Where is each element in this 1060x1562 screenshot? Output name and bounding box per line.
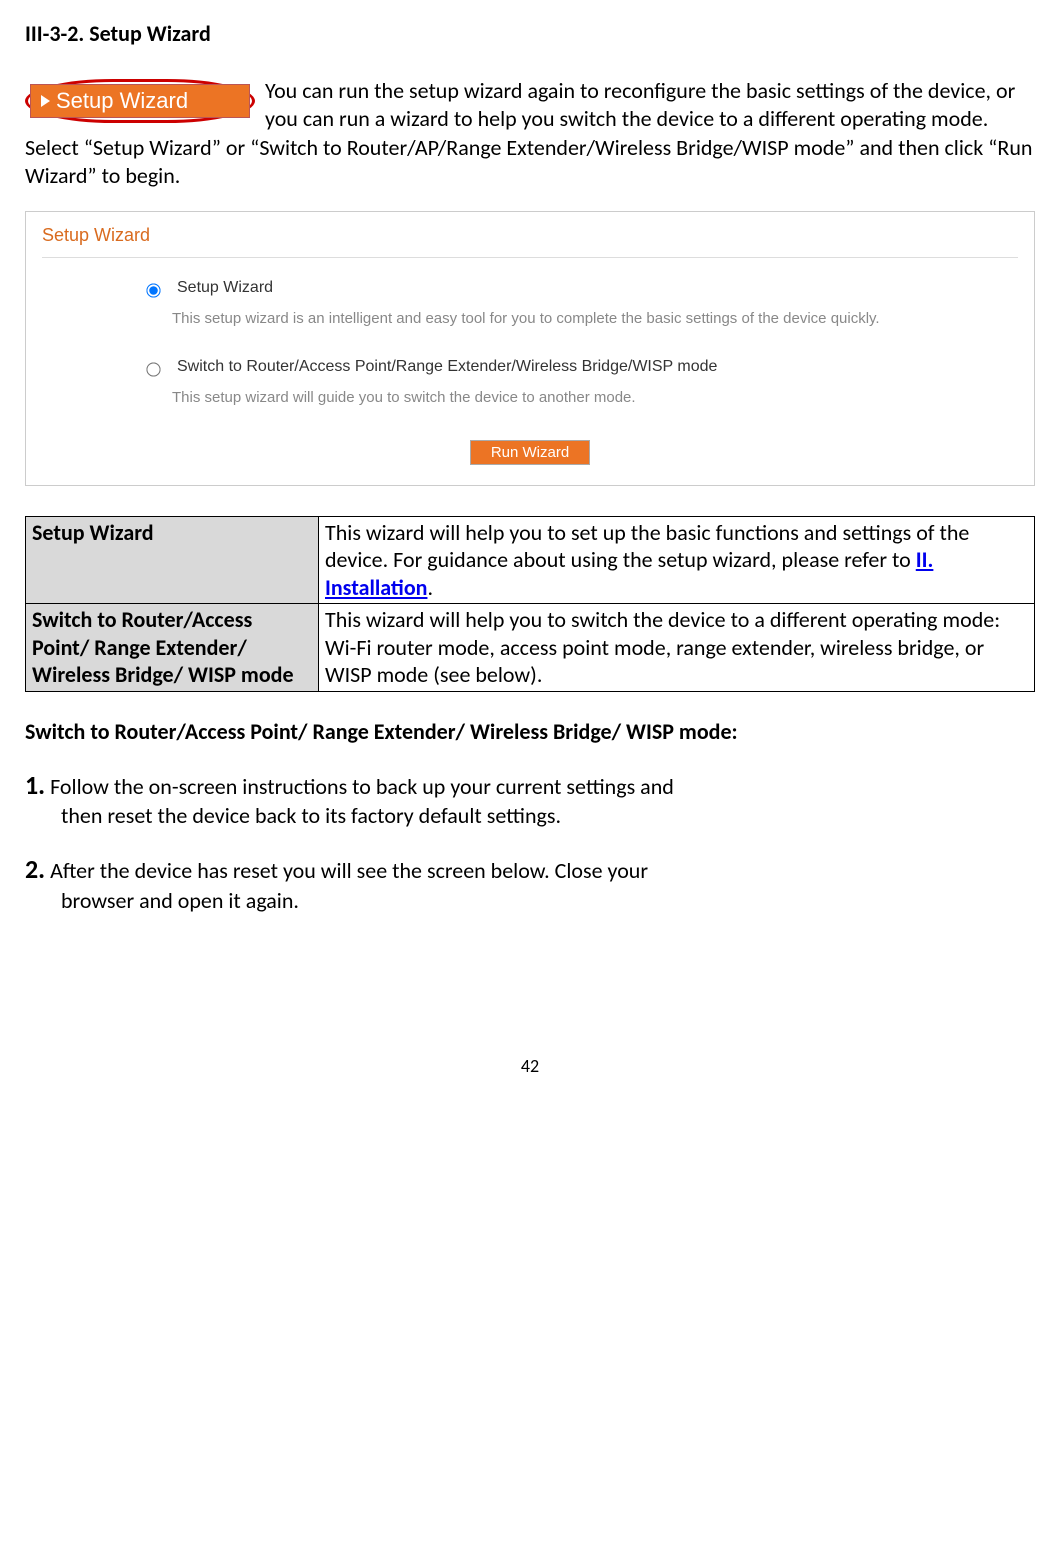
radio-label-1: Setup Wizard (177, 278, 273, 299)
nav-button-highlight: Setup Wizard (25, 79, 255, 124)
radio-switch-mode[interactable] (146, 362, 160, 376)
play-icon (41, 95, 50, 107)
setup-wizard-panel: Setup Wizard Setup Wizard This setup wiz… (25, 211, 1035, 486)
step-2-number: 2. (25, 853, 45, 885)
page-number: 42 (25, 1055, 1035, 1078)
radio-option-1: Setup Wizard This setup wizard is an int… (142, 278, 1018, 331)
divider (42, 257, 1018, 258)
step-2: 2. After the device has reset you will s… (25, 853, 1035, 915)
table-row: Setup Wizard This wizard will help you t… (26, 516, 1035, 604)
description-table: Setup Wizard This wizard will help you t… (25, 516, 1035, 692)
step-1-number: 1. (25, 769, 45, 801)
table-label-1: Setup Wizard (26, 516, 319, 604)
radio-label-2: Switch to Router/Access Point/Range Exte… (177, 357, 717, 378)
intro-paragraph-block: Setup Wizard You can run the setup wizar… (25, 77, 1035, 191)
table-desc-1b: . (427, 574, 433, 601)
step-2-line2: browser and open it again. (61, 887, 1035, 916)
run-wizard-button[interactable]: Run Wizard (470, 440, 590, 465)
radio-desc-1: This setup wizard is an intelligent and … (172, 307, 1018, 331)
table-row: Switch to Router/Access Point/ Range Ext… (26, 604, 1035, 692)
table-desc-2: This wizard will help you to switch the … (319, 604, 1035, 692)
step-1: 1. Follow the on-screen instructions to … (25, 769, 1035, 831)
panel-title: Setup Wizard (42, 224, 1018, 247)
radio-setup-wizard[interactable] (146, 283, 160, 297)
table-desc-1: This wizard will help you to set up the … (319, 516, 1035, 604)
table-label-2: Switch to Router/Access Point/ Range Ext… (26, 604, 319, 692)
step-1-line2: then reset the device back to its factor… (61, 802, 1035, 831)
switch-mode-heading: Switch to Router/Access Point/ Range Ext… (25, 718, 1035, 747)
nav-button-label: Setup Wizard (56, 87, 188, 116)
section-heading: III-3-2. Setup Wizard (25, 20, 1035, 49)
radio-option-2: Switch to Router/Access Point/Range Exte… (142, 357, 1018, 410)
table-desc-1a: This wizard will help you to set up the … (325, 519, 969, 574)
setup-wizard-nav-button[interactable]: Setup Wizard (30, 84, 250, 119)
step-1-line1: Follow the on-screen instructions to bac… (50, 773, 674, 800)
step-2-line1: After the device has reset you will see … (50, 857, 648, 884)
radio-desc-2: This setup wizard will guide you to swit… (172, 386, 1018, 410)
